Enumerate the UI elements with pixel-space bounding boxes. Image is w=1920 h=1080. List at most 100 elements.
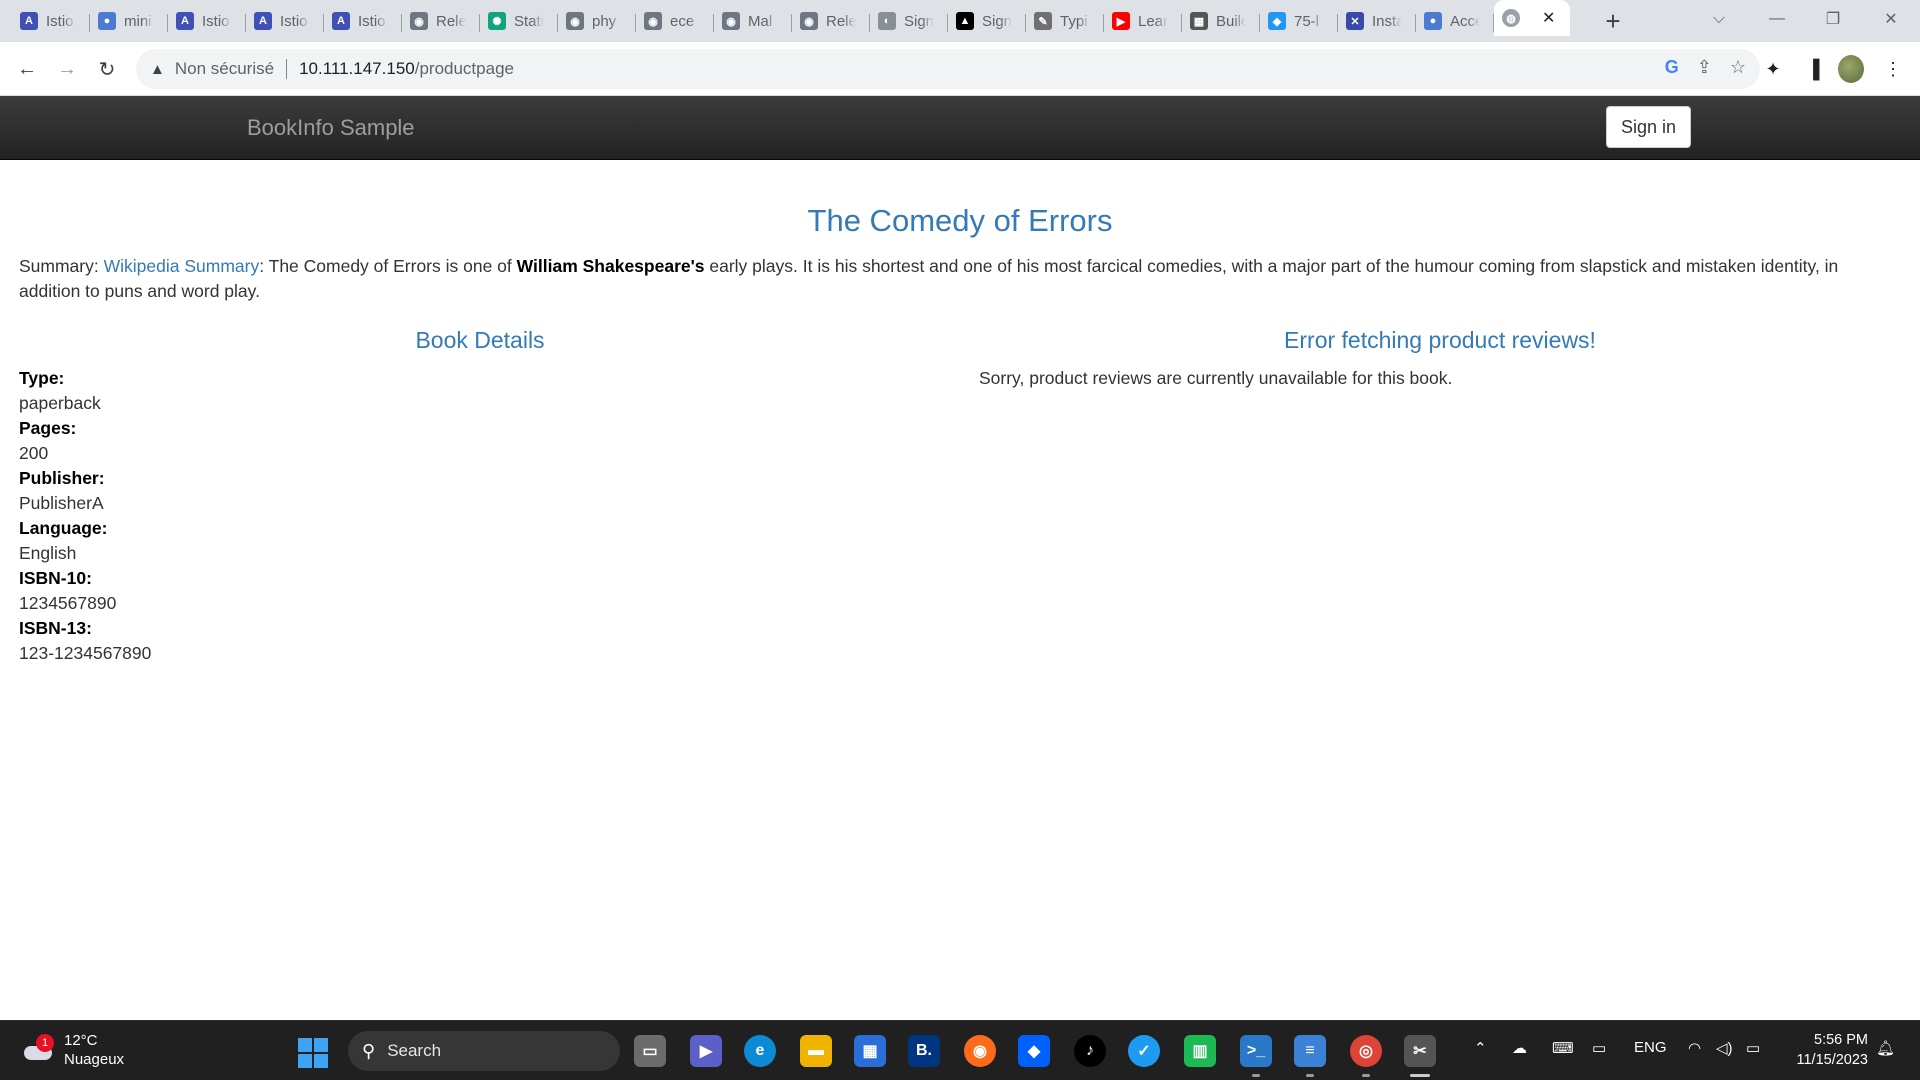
- detail-value-pages: 200: [19, 443, 49, 463]
- tab-favicon-icon: ◐: [878, 12, 896, 30]
- browser-tab[interactable]: ◉ Rele: [792, 6, 870, 36]
- spreadsheet-app-icon[interactable]: ▥: [1184, 1035, 1216, 1067]
- browser-tab[interactable]: ▲ Sign: [948, 6, 1026, 36]
- tab-title: Acce: [1450, 12, 1480, 30]
- edge-icon[interactable]: e: [744, 1035, 776, 1067]
- browser-tab[interactable]: ◉ phy: [558, 6, 636, 36]
- browser-tab[interactable]: A Istio: [324, 6, 402, 36]
- close-tab-icon[interactable]: ✕: [1542, 8, 1555, 28]
- wifi-icon[interactable]: ◠: [1688, 1039, 1701, 1057]
- browser-tab[interactable]: ✺ Stati: [480, 6, 558, 36]
- tab-search-chevron-icon[interactable]: ⌵: [1694, 0, 1744, 38]
- language-indicator[interactable]: ENG: [1634, 1039, 1667, 1056]
- firefox-icon[interactable]: ◉: [964, 1035, 996, 1067]
- address-bar[interactable]: ▲ Non sécurisé 10.111.147.150/productpag…: [136, 49, 1760, 89]
- browser-tab[interactable]: ✎ Typi: [1026, 6, 1104, 36]
- extensions-icon[interactable]: ✦: [1760, 56, 1786, 82]
- browser-tab[interactable]: A Istio: [12, 6, 90, 36]
- keyboard-icon[interactable]: ⌨: [1552, 1039, 1574, 1057]
- tab-title: phy: [592, 12, 617, 30]
- security-status[interactable]: Non sécurisé: [175, 59, 274, 79]
- book-details-heading: Book Details: [415, 327, 545, 353]
- url-host[interactable]: 10.111.147.150: [299, 59, 415, 79]
- tab-title: Istio: [358, 12, 386, 30]
- notification-bell-icon[interactable]: 🔔︎: [1876, 1039, 1895, 1057]
- tiktok-icon[interactable]: ♪: [1074, 1035, 1106, 1067]
- share-icon[interactable]: ⇪: [1697, 57, 1712, 78]
- detail-label-pages: Pages:: [19, 418, 77, 438]
- system-clock[interactable]: 5:56 PM 11/15/2023: [1786, 1030, 1869, 1070]
- running-indicator: [1252, 1074, 1260, 1077]
- tab-favicon-icon: ✺: [488, 12, 506, 30]
- battery-icon[interactable]: ▭: [1746, 1039, 1760, 1057]
- forward-icon[interactable]: →: [52, 54, 82, 84]
- browser-tab[interactable]: ◉ ece: [636, 6, 714, 36]
- taskbar-search[interactable]: ⚲ Search: [348, 1031, 620, 1071]
- reload-icon[interactable]: ↻: [92, 54, 122, 84]
- clock-time: 5:56 PM: [1814, 1032, 1868, 1048]
- detail-value-isbn13: 123-1234567890: [19, 643, 152, 663]
- file-explorer-icon[interactable]: ▬: [800, 1035, 832, 1067]
- detail-label-language: Language:: [19, 518, 108, 538]
- tab-favicon-icon: ◉: [410, 12, 428, 30]
- summary-prefix: Summary:: [19, 256, 104, 276]
- browser-tab[interactable]: ◉ Mal: [714, 6, 792, 36]
- brand-link[interactable]: BookInfo Sample: [247, 115, 415, 141]
- reviews-unavailable-message: Sorry, product reviews are currently una…: [979, 368, 1453, 388]
- display-icon[interactable]: ▭: [1592, 1039, 1606, 1057]
- browser-tab[interactable]: A Istio: [168, 6, 246, 36]
- wikipedia-summary-link[interactable]: Wikipedia Summary: [104, 256, 260, 276]
- active-indicator: [1410, 1074, 1430, 1077]
- bookmark-star-icon[interactable]: ☆: [1730, 57, 1746, 78]
- show-hidden-icons-chevron-icon[interactable]: ⌃: [1474, 1039, 1487, 1057]
- twitter-icon[interactable]: ✓: [1128, 1035, 1160, 1067]
- close-window-icon[interactable]: ✕: [1866, 0, 1916, 38]
- weather-widget[interactable]: 1 12°C Nuageux: [22, 1031, 124, 1069]
- tab-favicon-icon: ◉: [800, 12, 818, 30]
- browser-tab[interactable]: ▦ Builc: [1182, 6, 1260, 36]
- side-panel-icon[interactable]: ▐: [1800, 56, 1826, 82]
- tab-title: Builc: [1216, 12, 1246, 30]
- new-tab-button[interactable]: +: [1598, 6, 1628, 36]
- browser-tab[interactable]: ▶ Lear: [1104, 6, 1182, 36]
- windows-start-icon[interactable]: [298, 1038, 328, 1068]
- site-navbar: BookInfo Sample Sign in: [0, 96, 1920, 160]
- warning-icon[interactable]: ▲: [150, 61, 165, 78]
- restore-icon[interactable]: ❐: [1808, 0, 1858, 38]
- browser-tab[interactable]: ● mini: [90, 6, 168, 36]
- onedrive-cloud-icon[interactable]: ☁: [1512, 1039, 1527, 1057]
- active-browser-tab[interactable]: ◍ ✕: [1494, 0, 1570, 36]
- url-path[interactable]: /productpage: [415, 59, 514, 79]
- detail-label-isbn13: ISBN-13:: [19, 618, 92, 638]
- sign-in-button[interactable]: Sign in: [1606, 106, 1691, 148]
- terminal-icon[interactable]: >_: [1240, 1035, 1272, 1067]
- snipping-tool-icon[interactable]: ✂: [1404, 1035, 1436, 1067]
- microsoft-store-icon[interactable]: ▦: [854, 1035, 886, 1067]
- search-icon: ⚲: [362, 1040, 376, 1061]
- chrome-icon[interactable]: ◎: [1350, 1035, 1382, 1067]
- teams-icon[interactable]: ▶: [690, 1035, 722, 1067]
- detail-label-publisher: Publisher:: [19, 468, 105, 488]
- google-icon[interactable]: G: [1665, 57, 1679, 78]
- tab-title: Rele: [436, 12, 466, 30]
- profile-avatar[interactable]: [1838, 55, 1864, 83]
- task-view-icon[interactable]: ▭: [634, 1035, 666, 1067]
- browser-tab[interactable]: A Istio: [246, 6, 324, 36]
- dropbox-icon[interactable]: ◆: [1018, 1035, 1050, 1067]
- booking-icon[interactable]: B.: [908, 1035, 940, 1067]
- notification-badge: 1: [36, 1034, 54, 1052]
- volume-icon[interactable]: ◁): [1716, 1039, 1733, 1057]
- back-icon[interactable]: ←: [12, 54, 42, 84]
- menu-kebab-icon[interactable]: ⋮: [1880, 56, 1906, 82]
- minimize-icon[interactable]: —: [1752, 0, 1802, 38]
- running-indicator: [1306, 1074, 1314, 1077]
- url-divider: [286, 59, 288, 79]
- tab-title: Sign: [982, 12, 1012, 30]
- browser-tab[interactable]: ◐ Sign: [870, 6, 948, 36]
- tab-title: Typi: [1060, 12, 1088, 30]
- browser-tab[interactable]: ✕ Insta: [1338, 6, 1416, 36]
- browser-tab[interactable]: ● Acce: [1416, 6, 1494, 36]
- browser-tab[interactable]: ◆ 75-l: [1260, 6, 1338, 36]
- browser-tab[interactable]: ◉ Rele: [402, 6, 480, 36]
- notepad-icon[interactable]: ≡: [1294, 1035, 1326, 1067]
